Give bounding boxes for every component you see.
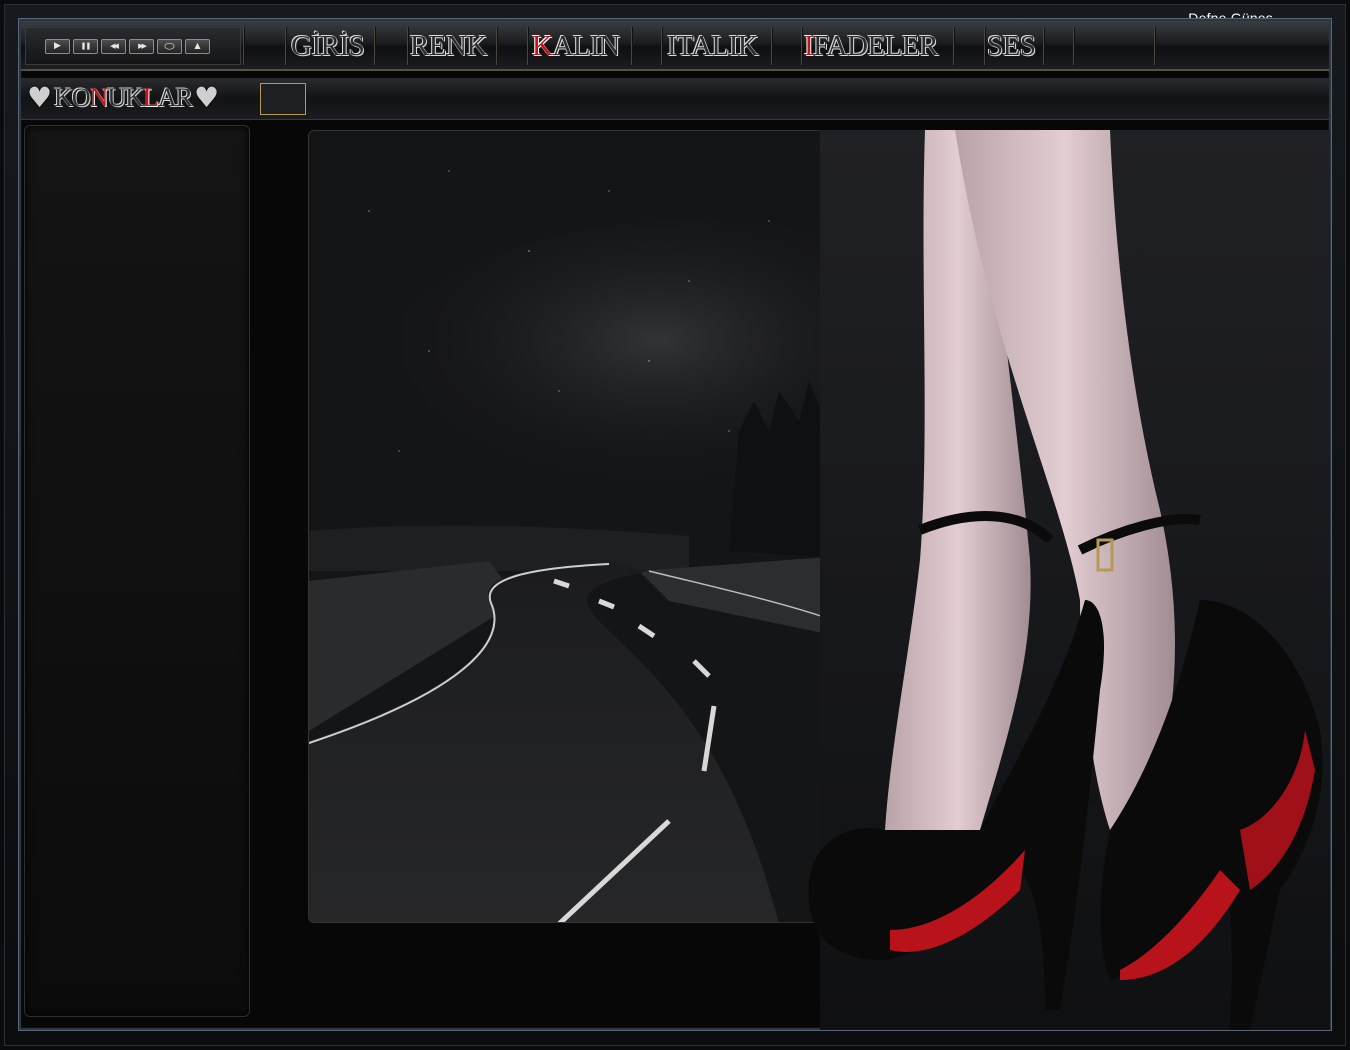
tab-label-part: KO — [54, 83, 91, 112]
menu-item-kalin[interactable]: KALIN — [532, 28, 620, 64]
fast-forward-glyph: ▶▶ — [138, 41, 147, 50]
tab-konuklar-label: KONUKLAR — [54, 83, 193, 113]
menu-bar: ▶ ❚❚ ◀◀ ▶▶ ⬭ ▲ GİRİS RENK KALIN ITALIK I… — [21, 21, 1329, 71]
tab-label-part: L — [143, 83, 159, 112]
menu-divider — [407, 27, 408, 65]
menu-item-giris[interactable]: GİRİS — [291, 28, 365, 64]
menu-divider — [984, 27, 985, 65]
menu-item-ses-label: ES — [1002, 30, 1036, 62]
media-player-controls: ▶ ❚❚ ◀◀ ▶▶ ⬭ ▲ — [25, 27, 241, 65]
tab-konuklar[interactable]: ♥ KONUKLAR ♥ — [27, 80, 232, 116]
guest-bar: ♥ KONUKLAR ♥ — [21, 78, 1329, 120]
pause-glyph: ❚❚ — [80, 41, 92, 50]
tab-label-part: AR — [157, 83, 193, 112]
menu-divider — [953, 27, 954, 65]
menu-divider — [285, 27, 286, 65]
menu-divider — [243, 27, 244, 65]
menu-item-kalin-label: ALIN — [552, 30, 620, 62]
tab-label-part: UK — [107, 83, 144, 112]
tab-label-part: N — [89, 83, 109, 112]
menu-item-giris-label: İRİS — [311, 30, 365, 62]
rewind-icon[interactable]: ◀◀ — [101, 38, 126, 54]
menu-divider — [1154, 27, 1155, 65]
rewind-glyph: ◀◀ — [110, 41, 119, 50]
eject-glyph: ▲ — [194, 41, 201, 50]
menu-item-renk-initial: R — [410, 30, 429, 62]
menu-item-ses-initial: S — [987, 30, 1003, 62]
guest-action-box[interactable] — [260, 83, 306, 115]
menu-item-renk[interactable]: RENK — [410, 28, 487, 64]
menu-item-giris-initial: G — [291, 30, 312, 62]
menu-divider — [496, 27, 497, 65]
menu-divider — [527, 27, 528, 65]
menu-item-italik[interactable]: ITALIK — [667, 28, 759, 64]
menu-divider — [374, 27, 375, 65]
menu-item-italik-initial: I — [667, 30, 677, 62]
menu-item-ifadeler-label: FADELER — [813, 30, 939, 62]
heart-icon: ♥ — [27, 81, 53, 114]
menu-divider — [1043, 27, 1044, 65]
fast-forward-icon[interactable]: ▶▶ — [129, 38, 154, 54]
play-glyph: ▶ — [54, 40, 61, 51]
menu-item-italik-label: TALIK — [676, 30, 759, 62]
guest-list-panel[interactable] — [24, 125, 250, 1017]
loop-icon[interactable]: ⬭ — [157, 38, 182, 54]
menu-divider — [771, 27, 772, 65]
menu-item-ifadeler-initial: I — [804, 30, 814, 62]
loop-glyph: ⬭ — [164, 39, 175, 53]
menu-item-ifadeler[interactable]: IFADELER — [804, 28, 939, 64]
menu-item-ses[interactable]: SES — [987, 28, 1036, 64]
heels-image — [808, 130, 1330, 1030]
heart-icon: ♥ — [194, 81, 220, 114]
menu-divider — [801, 27, 802, 65]
eject-icon[interactable]: ▲ — [185, 38, 210, 54]
menu-divider — [661, 27, 662, 65]
menu-item-renk-label: ENK — [428, 30, 488, 62]
play-icon[interactable]: ▶ — [45, 38, 70, 54]
menu-item-kalin-initial: K — [532, 30, 553, 62]
menu-divider — [631, 27, 632, 65]
menu-divider — [1073, 27, 1074, 65]
pause-icon[interactable]: ❚❚ — [73, 38, 98, 54]
